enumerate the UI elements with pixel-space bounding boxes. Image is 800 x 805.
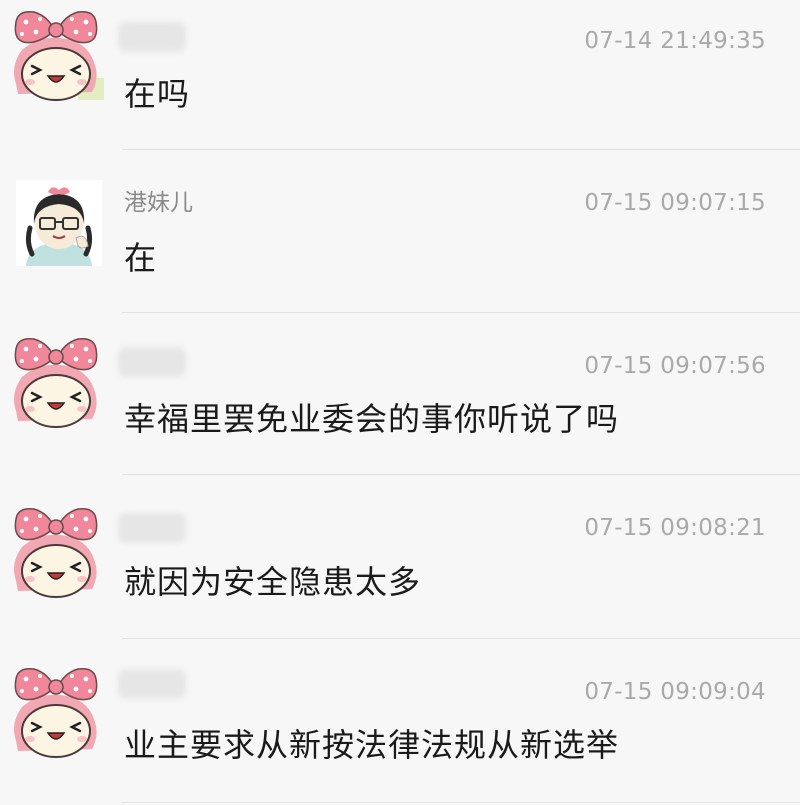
sender-name-redacted [118, 22, 186, 52]
message-timestamp: 07-15 09:07:15 [584, 190, 766, 216]
pink-bow-girl-avatar[interactable] [8, 663, 108, 763]
sender-name: 港妹儿 [124, 190, 193, 216]
sender-name-redacted [118, 347, 186, 377]
message-item[interactable]: 07-15 09:07:56 幸福里罢免业委会的事你听说了吗 [0, 313, 800, 475]
message-timestamp: 07-15 09:08:21 [584, 515, 766, 541]
message-text: 幸福里罢免业委会的事你听说了吗 [124, 400, 620, 438]
message-list: 07-14 21:49:35 在吗 港妹儿 07-15 09:07:15 在 0… [0, 0, 800, 805]
message-text: 业主要求从新按法律法规从新选举 [124, 726, 620, 764]
pink-bow-girl-icon [14, 337, 98, 428]
message-item[interactable]: 07-15 09:09:04 业主要求从新按法律法规从新选举 [0, 639, 800, 803]
message-text: 在吗 [124, 75, 191, 113]
divider [122, 802, 800, 803]
sender-name-redacted [118, 669, 186, 699]
message-item[interactable]: 07-14 21:49:35 在吗 [0, 0, 800, 162]
message-text: 就因为安全隐患太多 [124, 563, 422, 601]
message-text: 在 [124, 239, 158, 277]
message-timestamp: 07-14 21:49:35 [584, 28, 766, 54]
pink-bow-girl-icon [14, 507, 98, 598]
message-item[interactable]: 港妹儿 07-15 09:07:15 在 [0, 150, 800, 313]
message-timestamp: 07-15 09:07:56 [584, 353, 766, 379]
message-item[interactable]: 07-15 09:08:21 就因为安全隐患太多 [0, 475, 800, 639]
glasses-girl-avatar[interactable] [16, 180, 102, 266]
pink-bow-girl-avatar[interactable] [8, 503, 108, 603]
message-timestamp: 07-15 09:09:04 [584, 679, 766, 705]
sender-name-redacted [118, 513, 186, 543]
pink-bow-girl-icon [14, 10, 104, 101]
pink-bow-girl-icon [14, 667, 98, 758]
glasses-girl-icon [16, 180, 102, 266]
pink-bow-girl-avatar[interactable] [8, 6, 108, 106]
pink-bow-girl-avatar[interactable] [8, 333, 108, 433]
